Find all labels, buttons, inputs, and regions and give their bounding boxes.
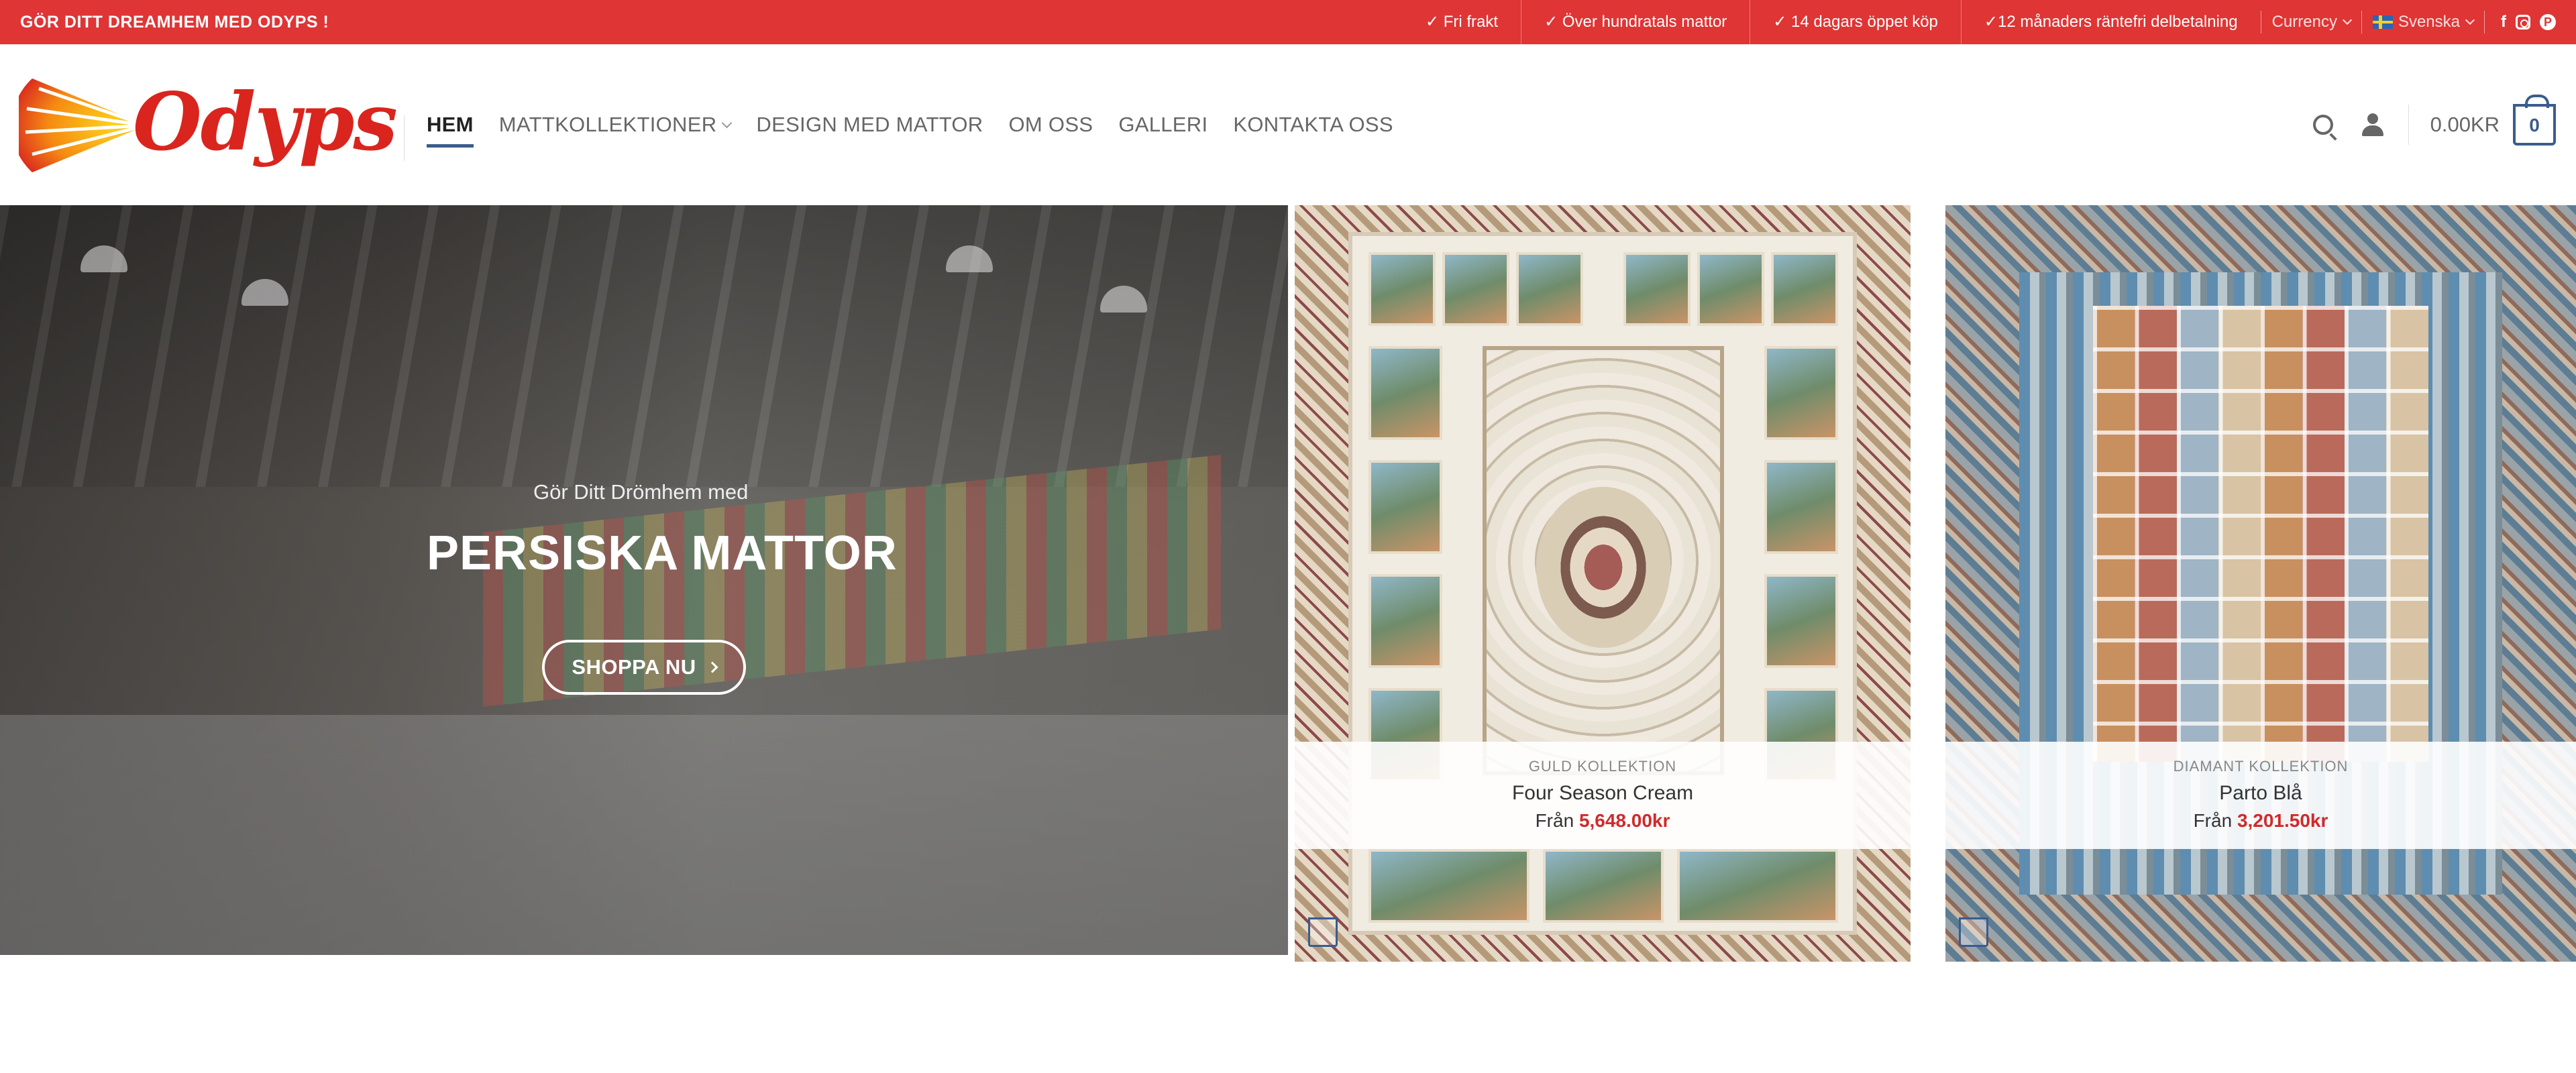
nav-item-mattkollektioner[interactable]: MATTKOLLEKTIONER — [498, 113, 733, 137]
perk-installment: ✓12 månaders räntefri delbetalning — [1960, 0, 2261, 44]
price-amount: 5,648.00kr — [1578, 810, 1670, 831]
hero-title: PERSISKA MATTOR — [427, 526, 898, 580]
promo-text: GÖR DITT DREAMHEM MED ODYPS ! — [20, 13, 329, 32]
header-actions: 0.00KR 0 — [2312, 44, 2556, 205]
chevron-down-icon — [722, 117, 733, 128]
product-category: DIAMANT KOLLEKTION — [2173, 758, 2349, 775]
nav-label: DESIGN MED MATTOR — [756, 113, 983, 136]
cart-icon[interactable]: 0 — [2513, 95, 2556, 146]
product-name[interactable]: Four Season Cream — [1295, 782, 1911, 805]
price-prefix: Från — [2193, 810, 2233, 831]
price-amount: 3,201.50kr — [2237, 810, 2328, 831]
nav-item-design-med-mattor[interactable]: DESIGN MED MATTOR — [756, 113, 983, 137]
shop-now-button[interactable]: SHOPPA NU — [542, 640, 746, 695]
main-nav: HEM MATTKOLLEKTIONER DESIGN MED MATTOR O… — [427, 44, 1393, 205]
facebook-icon[interactable]: f — [2501, 14, 2506, 30]
instagram-icon[interactable] — [2516, 15, 2530, 30]
nav-label: KONTAKTA OSS — [1233, 113, 1393, 136]
user-icon[interactable] — [2360, 112, 2385, 137]
nav-item-hem[interactable]: HEM — [427, 113, 474, 148]
site-header: Odyps HEM MATTKOLLEKTIONER DESIGN MED MA… — [0, 44, 2576, 205]
product-category: GULD KOLLEKTION — [1528, 758, 1677, 775]
add-to-cart-icon[interactable] — [1959, 917, 1988, 947]
nav-item-om-oss[interactable]: OM OSS — [1008, 113, 1093, 137]
hero-floor — [0, 715, 1288, 955]
nav-label: OM OSS — [1008, 113, 1093, 136]
header-divider — [404, 115, 405, 161]
perk-free-shipping: ✓ Fri frakt — [1425, 13, 1499, 31]
product-card[interactable]: DIAMANT KOLLEKTION Parto Blå Från 3,201.… — [1945, 205, 2576, 962]
product-price: Från 3,201.50kr — [1945, 810, 2576, 832]
top-bar: GÖR DITT DREAMHEM MED ODYPS ! ✓ Fri frak… — [0, 0, 2576, 44]
product-info: DIAMANT KOLLEKTION Parto Blå Från 3,201.… — [1945, 742, 2576, 849]
swedish-flag-icon — [2372, 15, 2393, 29]
hero-banner: Gör Ditt Drömhem med PERSISKA MATTOR SHO… — [0, 205, 1288, 955]
social-links: f P — [2484, 11, 2556, 34]
chevron-down-icon — [2342, 15, 2353, 25]
hero-subtitle: Gör Ditt Drömhem med — [533, 480, 749, 504]
product-card[interactable]: GULD KOLLEKTION Four Season Cream Från 5… — [1295, 205, 1911, 962]
logo-wordmark: Odyps — [133, 75, 398, 168]
shop-now-label: SHOPPA NU — [572, 655, 696, 679]
product-price: Från 5,648.00kr — [1295, 810, 1911, 832]
language-dropdown[interactable]: Svenska — [2361, 11, 2484, 34]
hero-background — [0, 205, 1288, 487]
nav-label: HEM — [427, 113, 474, 136]
nav-item-kontakta-oss[interactable]: KONTAKTA OSS — [1233, 113, 1393, 137]
product-info: GULD KOLLEKTION Four Season Cream Från 5… — [1295, 742, 1911, 849]
nav-label: GALLERI — [1118, 113, 1208, 136]
pinterest-icon[interactable]: P — [2540, 14, 2556, 30]
chevron-down-icon — [2465, 15, 2475, 25]
site-logo[interactable]: Odyps — [11, 68, 398, 182]
perk-open-purchase: ✓ 14 dagars öppet köp — [1750, 0, 1961, 44]
currency-dropdown[interactable]: Currency — [2260, 11, 2361, 34]
top-bar-right: ✓ Fri frakt ✓ Över hundratals mattor ✓ 1… — [1403, 0, 2556, 44]
price-prefix: Från — [1535, 810, 1574, 831]
currency-label: Currency — [2271, 13, 2337, 31]
add-to-cart-icon[interactable] — [1308, 917, 1338, 947]
chevron-right-icon — [706, 661, 718, 673]
language-label: Svenska — [2398, 13, 2460, 31]
header-separator — [2408, 105, 2409, 145]
product-name[interactable]: Parto Blå — [1945, 782, 2576, 805]
cart-total[interactable]: 0.00KR — [2430, 113, 2500, 137]
nav-item-galleri[interactable]: GALLERI — [1118, 113, 1208, 137]
nav-label: MATTKOLLEKTIONER — [498, 113, 717, 136]
perk-hundreds-rugs: ✓ Över hundratals mattor — [1521, 0, 1750, 44]
search-icon[interactable] — [2312, 115, 2333, 135]
